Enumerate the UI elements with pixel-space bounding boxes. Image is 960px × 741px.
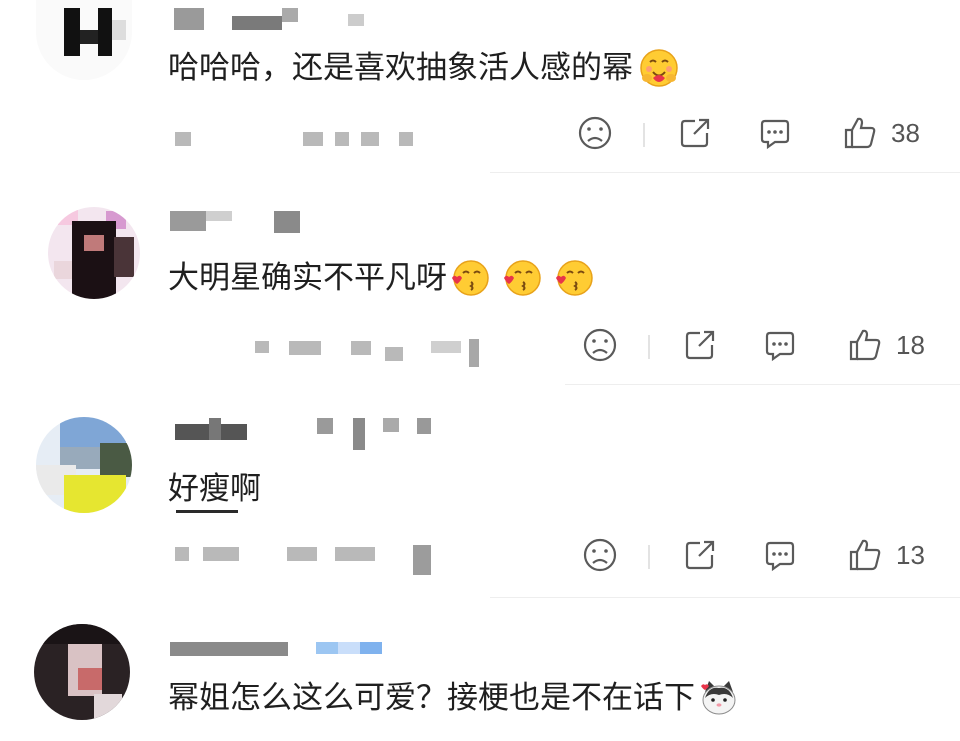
reply-icon[interactable] [760, 535, 800, 575]
comment-meta-redacted [175, 130, 435, 150]
kiss-face-emoji [556, 260, 593, 296]
share-icon[interactable] [680, 535, 720, 575]
action-separator [648, 335, 650, 359]
like-count: 38 [891, 118, 920, 148]
username-redacted[interactable] [170, 6, 370, 32]
dislike-icon[interactable] [580, 325, 620, 365]
avatar[interactable] [48, 207, 140, 299]
reply-icon[interactable] [760, 325, 800, 365]
like-icon[interactable] [845, 535, 885, 575]
comment-text-content: 哈哈哈，还是喜欢抽象活人感的幂 [168, 50, 633, 86]
comment-divider [490, 597, 960, 598]
comment-text: 幂姐怎么这么可爱？接梗也是不在话下 [168, 678, 739, 718]
like-count: 13 [896, 540, 925, 570]
username-redacted[interactable] [175, 418, 435, 450]
comment-2: 大明星确实不平凡呀 18 [0, 175, 960, 385]
kiss-face-emoji [452, 260, 489, 296]
dislike-icon[interactable] [580, 535, 620, 575]
action-separator [643, 123, 645, 147]
share-icon[interactable] [680, 325, 720, 365]
like-icon[interactable] [845, 325, 885, 365]
comment-text: 大明星确实不平凡呀 [168, 258, 593, 298]
comment-text: 好瘦啊 [168, 469, 261, 509]
avatar[interactable] [36, 417, 132, 513]
cat-face-emoji [701, 681, 736, 715]
like-count: 18 [896, 330, 925, 360]
comment-4: 幂姐怎么这么可爱？接梗也是不在话下 [0, 600, 960, 741]
hug-face-emoji [640, 49, 678, 87]
username-redacted[interactable] [170, 636, 410, 662]
comment-actions: 38 [575, 113, 955, 153]
comment-meta-redacted [175, 545, 455, 575]
comment-actions: 18 [580, 325, 960, 365]
kiss-face-emoji [504, 260, 541, 296]
action-separator [648, 545, 650, 569]
comment-text-content: 幂姐怎么这么可爱？接梗也是不在话下 [168, 680, 695, 716]
comment-actions: 13 [580, 535, 960, 575]
comment-text-content: 大明星确实不平凡呀 [168, 260, 447, 296]
like-icon[interactable] [840, 113, 880, 153]
comment-divider [490, 172, 960, 173]
comment-1: 哈哈哈，还是喜欢抽象活人感的幂 38 [0, 0, 960, 175]
avatar[interactable] [34, 624, 130, 720]
comment-text: 哈哈哈，还是喜欢抽象活人感的幂 [168, 48, 679, 88]
comment-text-content: 好瘦啊 [168, 471, 261, 507]
comment-3: 好瘦啊 13 [0, 385, 960, 600]
reply-icon[interactable] [755, 113, 795, 153]
share-icon[interactable] [675, 113, 715, 153]
dislike-icon[interactable] [575, 113, 615, 153]
text-underline-mark [176, 510, 238, 513]
username-redacted[interactable] [170, 209, 310, 235]
comment-meta-redacted [225, 339, 485, 367]
avatar[interactable] [36, 0, 132, 80]
